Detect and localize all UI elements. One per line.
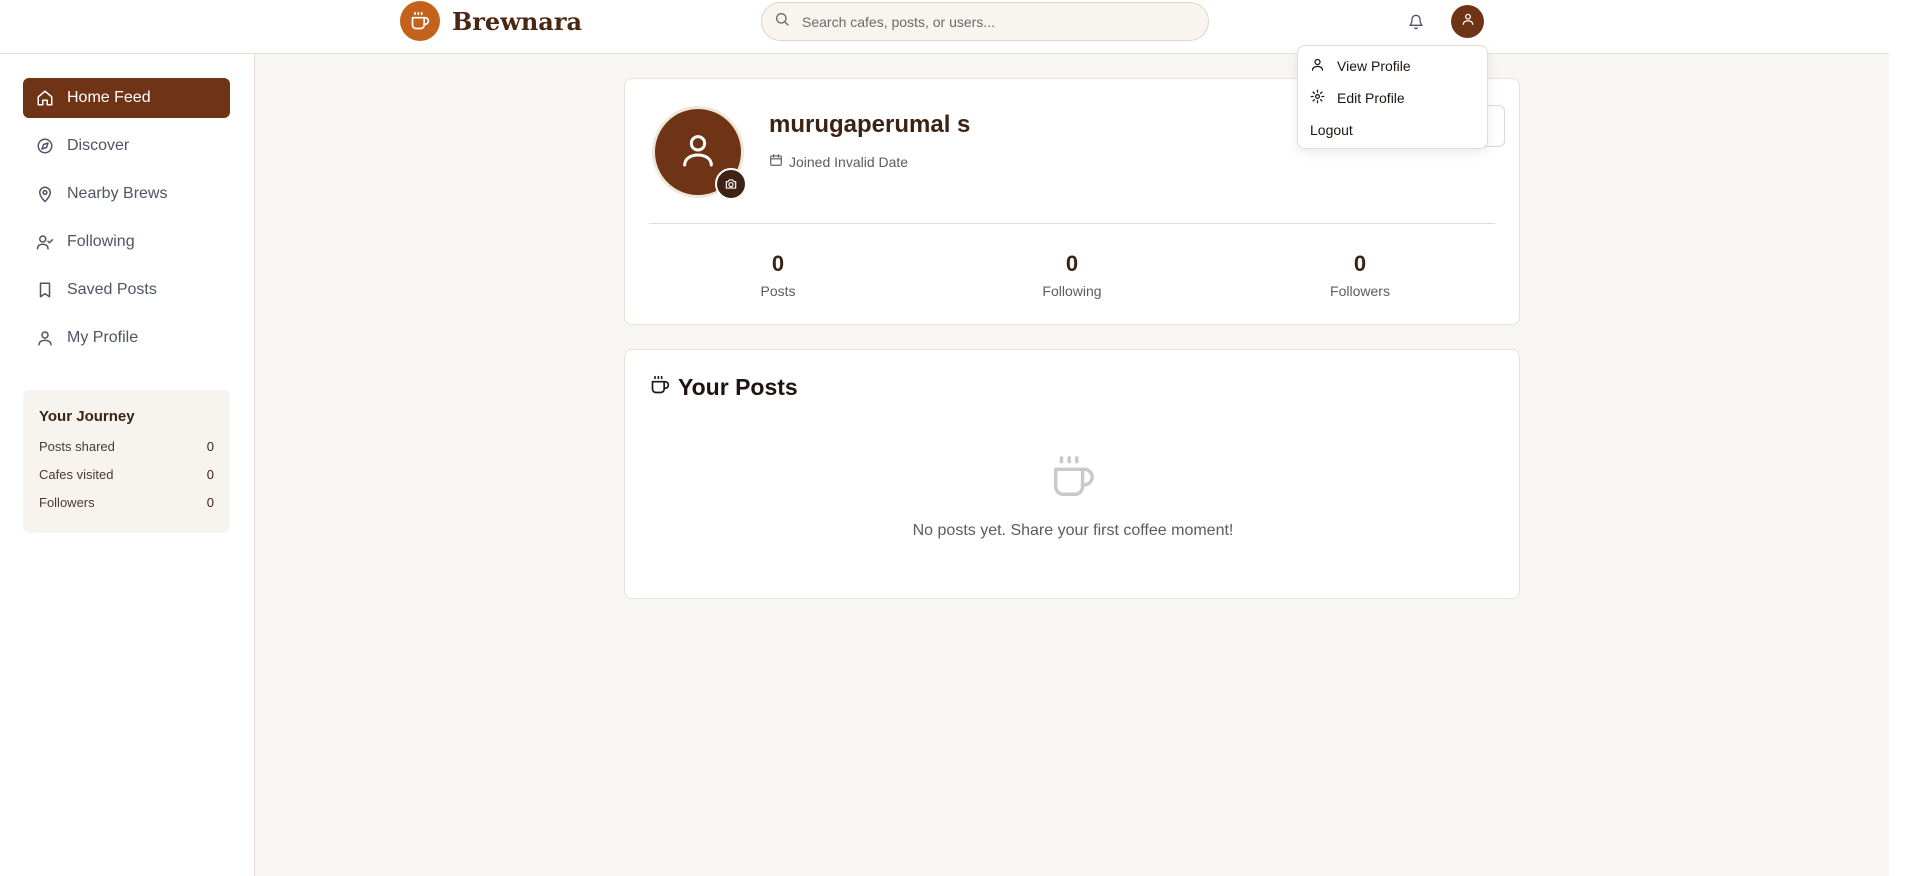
posts-title: Your Posts (678, 374, 798, 400)
user-icon (1461, 12, 1475, 31)
posts-card: Your Posts No posts yet. Share your firs… (624, 349, 1520, 599)
profile-dropdown-menu: View Profile Edit Profile Logout (1297, 45, 1488, 149)
sidebar-item-my-profile[interactable]: My Profile (23, 318, 230, 358)
sidebar-item-saved-posts[interactable]: Saved Posts (23, 270, 230, 310)
menu-item-label: View Profile (1337, 58, 1411, 74)
search-bar[interactable] (761, 2, 1209, 41)
home-icon (35, 88, 55, 108)
compass-icon (35, 136, 55, 156)
journey-row-cafes-visited: Cafes visited 0 (39, 467, 214, 495)
empty-coffee-icon (1050, 454, 1096, 500)
brand-logo[interactable]: Brewnara (400, 1, 582, 41)
sidebar-item-following[interactable]: Following (23, 222, 230, 262)
map-pin-icon (35, 184, 55, 204)
menu-item-label: Edit Profile (1337, 90, 1405, 106)
page-edge (1889, 0, 1917, 876)
joined-text: Joined Invalid Date (789, 153, 909, 170)
menu-item-logout[interactable]: Logout (1310, 119, 1353, 141)
stat-label: Followers (1330, 283, 1390, 299)
top-header: Brewnara (0, 0, 1889, 54)
coffee-cup-icon (400, 1, 440, 41)
sidebar-item-label: Nearby Brews (67, 185, 168, 202)
sidebar-item-discover[interactable]: Discover (23, 126, 230, 166)
brand-name: Brewnara (452, 6, 583, 36)
user-icon (1310, 57, 1325, 75)
journey-panel: Your Journey Posts shared 0 Cafes visite… (23, 390, 230, 533)
journey-label: Followers (39, 495, 95, 510)
calendar-icon (769, 153, 783, 170)
menu-item-edit-profile[interactable]: Edit Profile (1310, 87, 1405, 109)
journey-value: 0 (206, 467, 214, 482)
bell-icon[interactable] (1405, 11, 1427, 33)
stat-value: 0 (771, 251, 785, 276)
sidebar-item-label: Following (67, 233, 135, 250)
divider (649, 223, 1495, 224)
stat-following[interactable]: 0 Following (1012, 251, 1132, 299)
journey-label: Posts shared (39, 439, 115, 454)
user-icon (35, 328, 55, 348)
stat-value: 0 (1353, 251, 1367, 276)
stat-label: Following (1042, 283, 1102, 299)
empty-posts-message: No posts yet. Share your first coffee mo… (912, 522, 1234, 539)
stat-followers[interactable]: 0 Followers (1300, 251, 1420, 299)
stat-posts: 0 Posts (718, 251, 838, 299)
profile-username: murugaperumal s (769, 111, 971, 138)
bookmark-icon (35, 280, 55, 300)
journey-value: 0 (206, 495, 214, 510)
profile-joined: Joined Invalid Date (769, 153, 908, 170)
coffee-cup-icon (650, 374, 670, 401)
user-check-icon (35, 232, 55, 252)
gear-icon (1310, 89, 1325, 107)
sidebar-item-label: Discover (67, 137, 130, 154)
sidebar-item-label: Home Feed (67, 89, 151, 106)
posts-heading: Your Posts (650, 374, 798, 401)
journey-label: Cafes visited (39, 467, 114, 482)
journey-row-followers: Followers 0 (39, 495, 214, 523)
stat-value: 0 (1065, 251, 1079, 276)
stat-label: Posts (760, 283, 796, 299)
sidebar: Home Feed Discover Nearby Brews Followin… (0, 54, 255, 876)
sidebar-item-label: Saved Posts (67, 281, 157, 298)
menu-item-view-profile[interactable]: View Profile (1310, 55, 1411, 77)
journey-value: 0 (206, 439, 214, 454)
sidebar-item-label: My Profile (67, 329, 139, 346)
search-input[interactable] (802, 13, 1182, 30)
journey-row-posts-shared: Posts shared 0 (39, 439, 214, 467)
menu-item-label: Logout (1310, 122, 1353, 138)
camera-icon[interactable] (715, 168, 747, 200)
journey-title: Your Journey (39, 408, 135, 425)
search-icon (774, 11, 790, 32)
user-avatar-button[interactable] (1451, 5, 1484, 38)
user-icon (678, 130, 718, 175)
sidebar-item-nearby-brews[interactable]: Nearby Brews (23, 174, 230, 214)
sidebar-item-home-feed[interactable]: Home Feed (23, 78, 230, 118)
